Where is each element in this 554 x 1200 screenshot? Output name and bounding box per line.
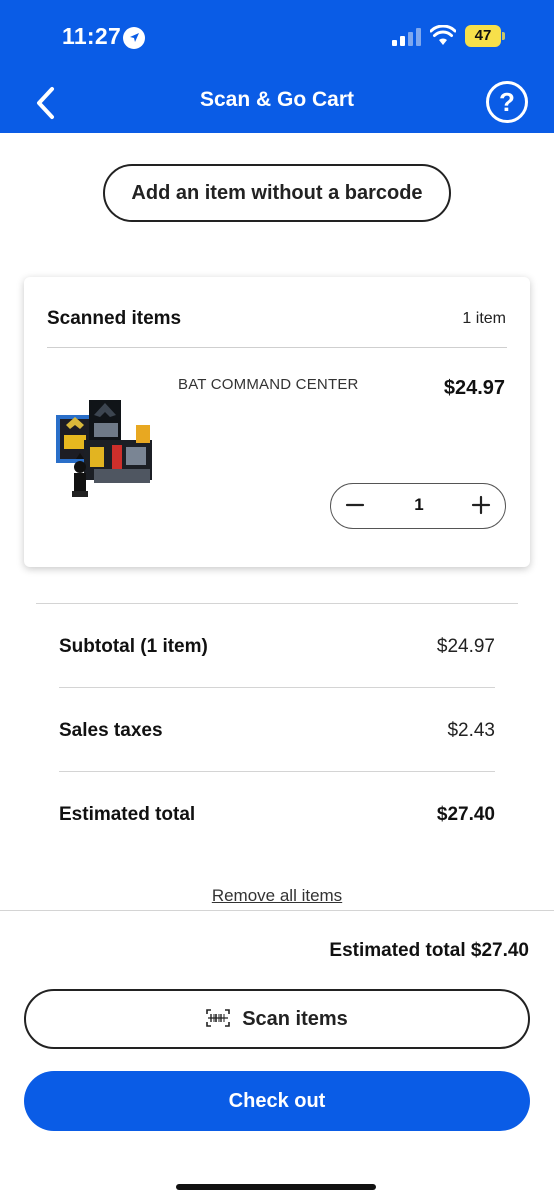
scanned-items-card: Scanned items 1 item BAT COMMAND CENTER …	[24, 277, 530, 567]
nav-bar: Scan & Go Cart ?	[0, 75, 554, 130]
signal-icon	[392, 28, 421, 46]
battery-icon: 47	[465, 25, 505, 47]
home-indicator[interactable]	[176, 1184, 376, 1190]
plus-icon[interactable]	[469, 493, 493, 517]
app-header: 11:27 47 Scan & Go Cart ?	[0, 0, 554, 133]
quantity-stepper: 1	[330, 483, 506, 529]
location-arrow-icon	[123, 27, 145, 49]
add-item-without-barcode-button[interactable]: Add an item without a barcode	[103, 164, 451, 222]
help-button[interactable]: ?	[486, 81, 528, 123]
product-name[interactable]: BAT COMMAND CENTER	[178, 376, 359, 393]
product-price: $24.97	[443, 377, 505, 399]
product-image[interactable]	[54, 395, 154, 505]
scan-items-label: Scan items	[242, 1008, 348, 1030]
total-label: Estimated total	[59, 804, 196, 825]
battery-level: 47	[474, 27, 492, 44]
scan-items-button[interactable]: Scan items	[24, 989, 530, 1049]
remove-all-items-link[interactable]: Remove all items	[0, 886, 554, 906]
subtotal-row: Subtotal (1 item) $24.97	[59, 604, 495, 688]
subtotal-label: Subtotal (1 item)	[59, 636, 208, 657]
status-bar: 11:27 47	[0, 0, 554, 70]
subtotal-value: $24.97	[436, 636, 495, 657]
divider	[47, 347, 507, 348]
footer-estimated-total: Estimated total $27.40	[329, 940, 529, 961]
tax-value: $2.43	[447, 720, 495, 741]
checkout-button[interactable]: Check out	[24, 1071, 530, 1131]
barcode-scan-icon	[206, 1008, 230, 1027]
divider	[0, 910, 554, 911]
card-title: Scanned items	[47, 308, 182, 329]
total-value: $27.40	[436, 804, 495, 825]
status-time: 11:27	[62, 23, 122, 49]
item-count: 1 item	[462, 310, 506, 327]
wifi-icon	[430, 25, 456, 45]
tax-row: Sales taxes $2.43	[59, 688, 495, 772]
page-title: Scan & Go Cart	[199, 88, 355, 111]
total-row: Estimated total $27.40	[59, 772, 495, 856]
tax-label: Sales taxes	[59, 720, 163, 741]
